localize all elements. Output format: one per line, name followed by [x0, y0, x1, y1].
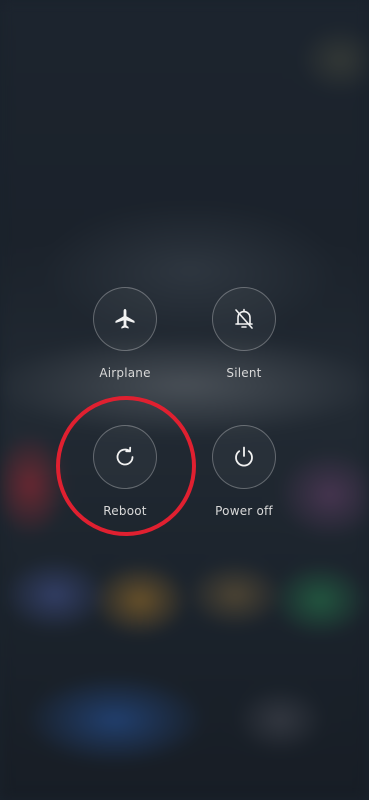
silent-mode-button[interactable]: Silent: [184, 287, 304, 380]
reboot-icon: [112, 444, 138, 470]
power-off-button[interactable]: Power off: [184, 425, 304, 518]
airplane-label: Airplane: [99, 366, 151, 380]
silent-label: Silent: [226, 366, 262, 380]
power-off-label: Power off: [215, 504, 273, 518]
bell-off-icon: [231, 306, 257, 332]
airplane-mode-button[interactable]: Airplane: [65, 287, 185, 380]
power-menu-screen: Airplane Silent Reboot Power off: [0, 0, 369, 800]
reboot-button[interactable]: Reboot: [65, 425, 185, 518]
power-off-button-circle[interactable]: [212, 425, 276, 489]
silent-button-circle[interactable]: [212, 287, 276, 351]
power-menu: Airplane Silent Reboot Power off: [0, 0, 369, 800]
reboot-label: Reboot: [103, 504, 147, 518]
power-icon: [231, 444, 257, 470]
reboot-button-circle[interactable]: [93, 425, 157, 489]
airplane-button-circle[interactable]: [93, 287, 157, 351]
airplane-icon: [113, 307, 137, 331]
